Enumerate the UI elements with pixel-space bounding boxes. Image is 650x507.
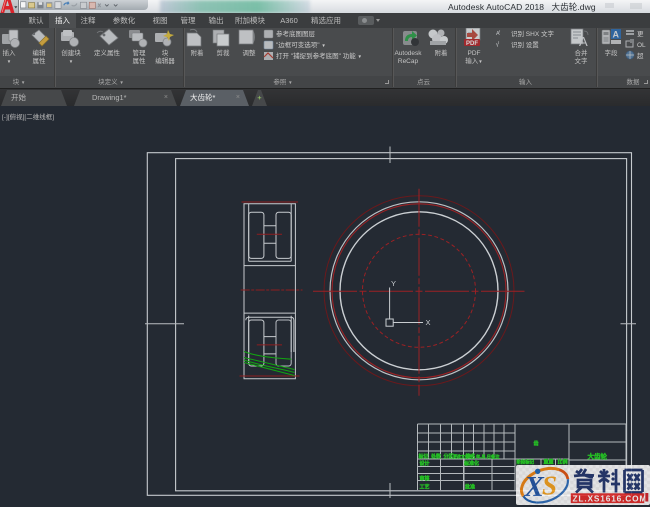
svg-text:标记: 标记	[418, 453, 429, 460]
svg-text:工艺: 工艺	[420, 484, 430, 491]
svg-text:签名: 签名	[465, 453, 476, 460]
svg-text:标准化: 标准化	[463, 460, 479, 467]
svg-text:设计: 设计	[420, 460, 430, 467]
svg-text:备注: 备注	[491, 453, 500, 460]
svg-text:X: X	[426, 318, 431, 327]
svg-text:分区: 分区	[444, 453, 454, 460]
svg-text:S: S	[542, 471, 557, 501]
svg-text:年.月.日: 年.月.日	[476, 453, 491, 460]
svg-text:齿: 齿	[534, 440, 539, 447]
svg-text:ᴬ̾: ᴬ̾	[495, 30, 501, 39]
svg-text:批准: 批准	[465, 484, 475, 491]
svg-text:PDF: PDF	[466, 41, 478, 47]
svg-text:处数: 处数	[430, 453, 442, 460]
svg-text:ZL.XS1616.COM: ZL.XS1616.COM	[573, 493, 648, 503]
svg-text:A: A	[613, 30, 620, 40]
svg-text:Y: Y	[391, 279, 396, 288]
svg-text:A: A	[579, 34, 588, 49]
svg-text:ᵞ̾: ᵞ̾	[496, 41, 500, 50]
svg-text:大齿轮: 大齿轮	[588, 452, 608, 461]
svg-text:审核: 审核	[420, 475, 430, 482]
